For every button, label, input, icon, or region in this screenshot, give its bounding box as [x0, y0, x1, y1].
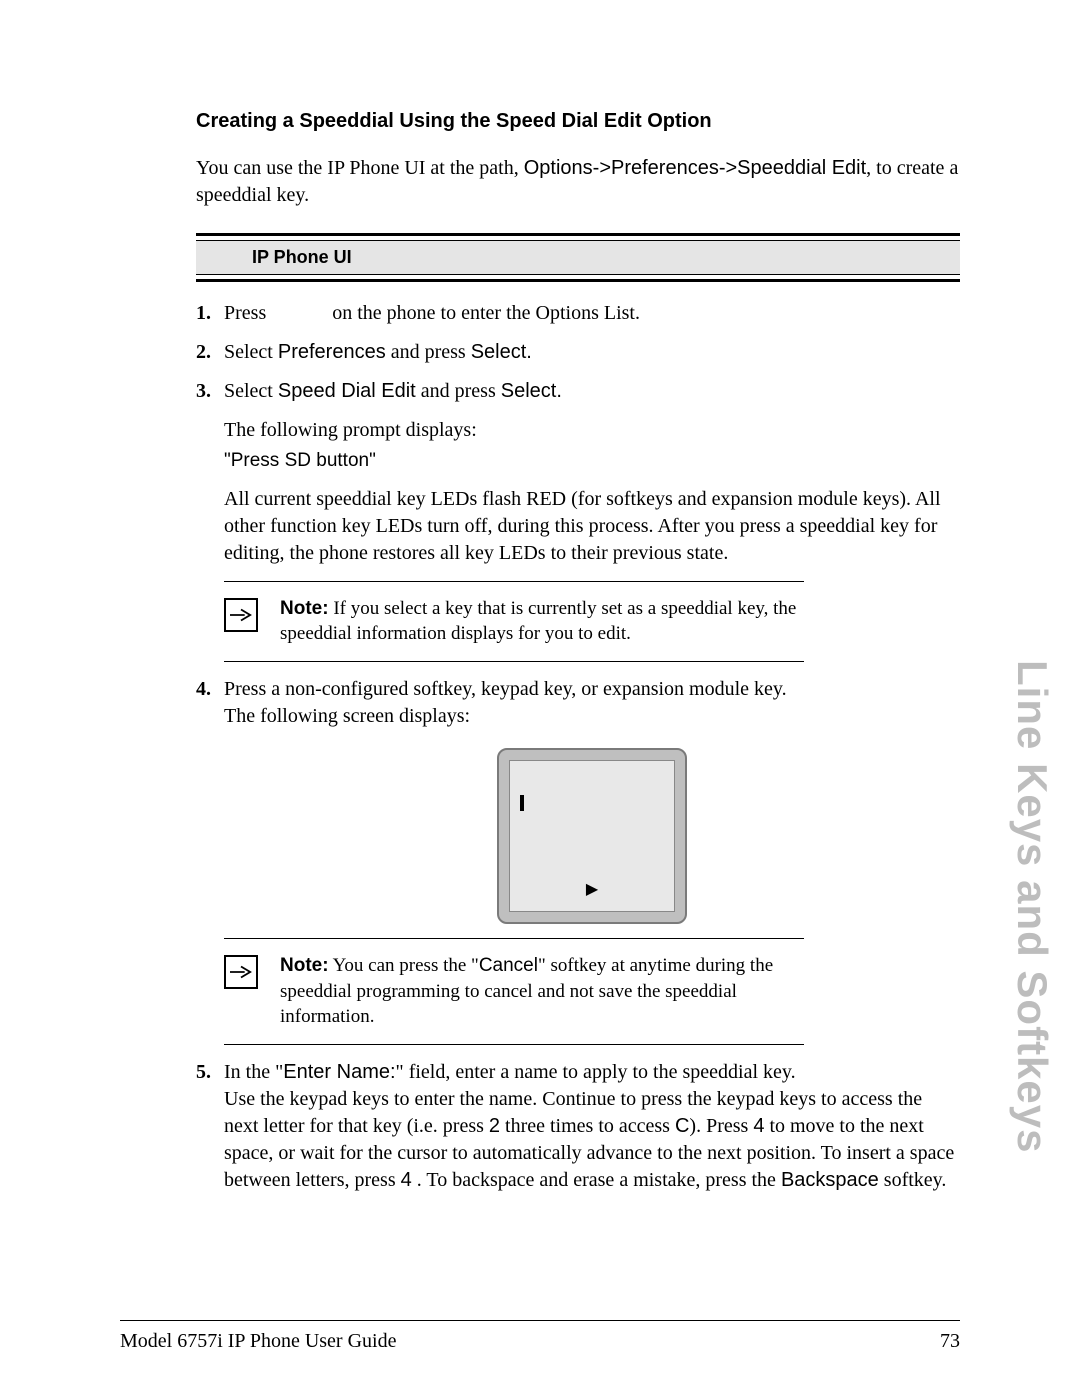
- note1-body: If you select a key that is currently se…: [280, 598, 796, 645]
- step3-prompt: "Press SD button": [224, 448, 960, 474]
- step3-sub1: The following prompt displays:: [224, 417, 960, 444]
- arrow-right-icon: [224, 955, 258, 989]
- step5-c: " field, enter a name to apply to the sp…: [396, 1061, 796, 1083]
- note-2: Note: You can press the "Cancel" softkey…: [224, 953, 960, 1030]
- steps-list: Press on the phone to enter the Options …: [196, 300, 960, 1194]
- note1-label: Note:: [280, 598, 329, 619]
- phone-bezel: ▶: [497, 748, 687, 924]
- step3-text-a: Select: [224, 380, 278, 402]
- step-5: In the "Enter Name:" field, enter a name…: [196, 1059, 960, 1194]
- play-triangle-icon: ▶: [510, 879, 674, 901]
- step-1: Press on the phone to enter the Options …: [196, 300, 960, 327]
- step4-text-b: The following screen displays:: [224, 705, 470, 727]
- note2-cancel: Cancel: [479, 955, 538, 976]
- step5-backspace: Backspace: [781, 1169, 879, 1191]
- intro-text-a: You can use the IP Phone UI at the path,: [196, 157, 524, 179]
- arrow-right-icon: [224, 598, 258, 632]
- divider: [224, 938, 804, 939]
- phone-lcd: ▶: [509, 760, 675, 912]
- note-1: Note: If you select a key that is curren…: [224, 596, 960, 647]
- page: Creating a Speeddial Using the Speed Dia…: [0, 0, 1080, 1397]
- step2-text-a: Select: [224, 341, 278, 363]
- section-heading: Creating a Speeddial Using the Speed Dia…: [196, 110, 960, 133]
- divider: [224, 661, 804, 662]
- step1-text-b: on the phone to enter the Options List.: [332, 302, 640, 324]
- page-footer: Model 6757i IP Phone User Guide 73: [120, 1330, 960, 1353]
- ip-phone-ui-label: IP Phone UI: [196, 241, 960, 274]
- step5-f: ). Press: [689, 1115, 753, 1137]
- rule-top: [196, 233, 960, 241]
- step3-speeddialedit: Speed Dial Edit: [278, 380, 416, 402]
- text-cursor: [520, 795, 524, 811]
- side-tab-label: Line Keys and Softkeys: [1008, 660, 1056, 1154]
- step3-select: Select.: [501, 380, 562, 402]
- intro-path: Options->Preferences->Speeddial Edit: [524, 157, 866, 179]
- step-2: Select Preferences and press Select.: [196, 339, 960, 366]
- footer-left: Model 6757i IP Phone User Guide: [120, 1330, 396, 1353]
- step2-select: Select.: [471, 341, 532, 363]
- step3-sub2: All current speeddial key LEDs flash RED…: [224, 486, 960, 567]
- step5-key4a: 4: [753, 1115, 764, 1137]
- step3-text-c: and press: [416, 380, 501, 402]
- note2-a: You can press the ": [329, 955, 479, 976]
- rule-bottom: [196, 274, 960, 282]
- note1-text: Note: If you select a key that is curren…: [280, 596, 800, 647]
- step5-i: softkey.: [879, 1169, 947, 1191]
- step5-key2: 2: [489, 1115, 500, 1137]
- step5-a: In the ": [224, 1061, 283, 1083]
- step-3: Select Speed Dial Edit and press Select.…: [196, 378, 960, 662]
- divider: [224, 581, 804, 582]
- ip-phone-ui-header: IP Phone UI: [196, 233, 960, 282]
- step2-text-c: and press: [386, 341, 471, 363]
- divider: [224, 1044, 804, 1045]
- note2-label: Note:: [280, 955, 329, 976]
- footer-rule: [120, 1320, 960, 1321]
- step5-key4b: 4: [401, 1169, 412, 1191]
- footer-page-number: 73: [940, 1330, 960, 1353]
- step5-keyC: C: [675, 1115, 689, 1137]
- intro-paragraph: You can use the IP Phone UI at the path,…: [196, 155, 960, 209]
- note2-text: Note: You can press the "Cancel" softkey…: [280, 953, 800, 1030]
- step5-h: . To backspace and erase a mistake, pres…: [412, 1169, 781, 1191]
- step2-preferences: Preferences: [278, 341, 386, 363]
- step-4: Press a non-configured softkey, keypad k…: [196, 676, 960, 1045]
- step1-text-a: Press: [224, 302, 271, 324]
- step5-e: three times to access: [500, 1115, 675, 1137]
- step5-enter-name: Enter Name:: [283, 1061, 395, 1083]
- phone-screen-illustration: ▶: [497, 748, 687, 924]
- step4-text-a: Press a non-configured softkey, keypad k…: [224, 678, 787, 700]
